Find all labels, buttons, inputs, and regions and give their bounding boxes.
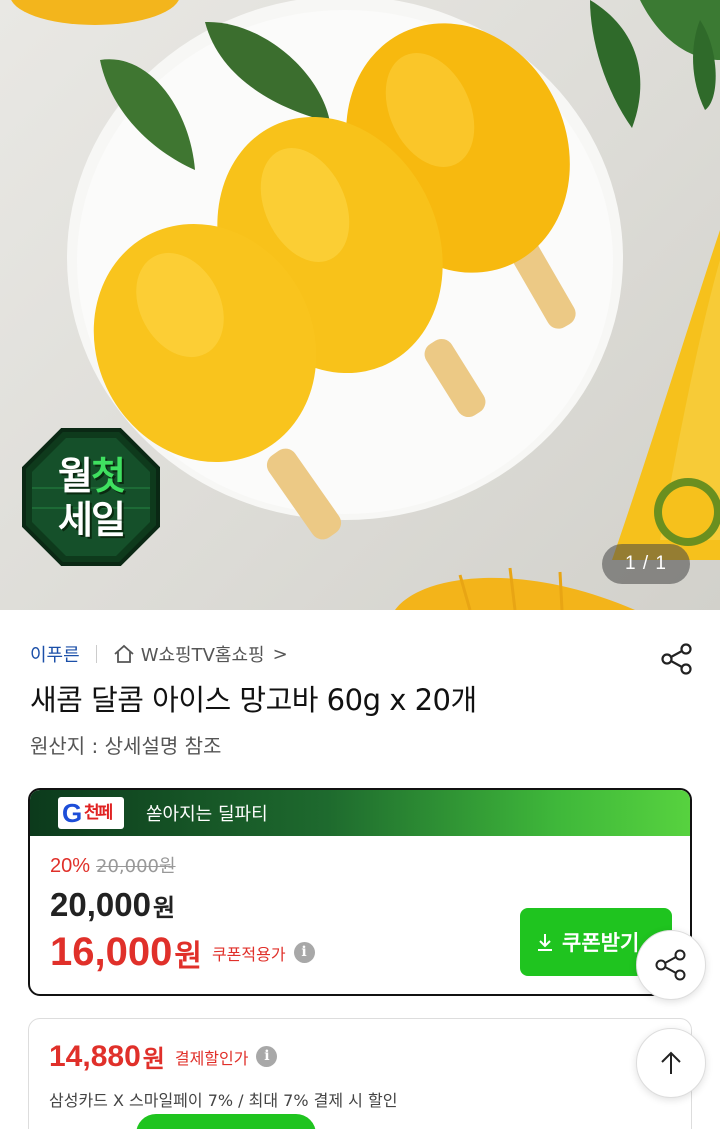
deal-logo-letter: G: [62, 798, 83, 828]
seller-row: 이푸른 W쇼핑TV홈쇼핑 >: [30, 640, 288, 668]
home-icon: [114, 644, 134, 663]
payment-discount-card: 14,880 원 결제할인가 i 삼성카드 X 스마일페이 7% / 최대 7%…: [28, 1018, 692, 1129]
payment-price-label: 결제할인가: [174, 1048, 249, 1068]
discount-rate: 20%: [50, 855, 91, 877]
info-icon[interactable]: i: [256, 1046, 278, 1067]
discount-row: 20% 20,000원: [50, 852, 176, 878]
product-image[interactable]: 월첫 세일 1 / 1: [0, 0, 720, 610]
deal-card: G 천페 쏟아지는 딜파티 20% 20,000원 20,000 원 16,00…: [28, 788, 692, 996]
badge-line1: 월: [58, 454, 93, 498]
product-title: 새콤 달콤 아이스 망고바 60g x 20개: [30, 683, 477, 717]
coupon-price-value: 16,000: [50, 930, 173, 974]
coupon-price-unit: 원: [174, 938, 202, 974]
first-month-sale-badge: 월첫 세일: [22, 428, 160, 566]
store-link[interactable]: W쇼핑TV홈쇼핑 >: [113, 641, 288, 667]
share-icon[interactable]: [660, 642, 694, 676]
original-price: 20,000원: [96, 856, 176, 877]
store-name: W쇼핑TV홈쇼핑: [140, 645, 265, 666]
price-unit: 원: [152, 894, 176, 922]
deal-logo: G 천페: [58, 797, 124, 829]
share-icon: [655, 949, 686, 981]
product-origin: 원산지 : 상세설명 참조: [30, 734, 222, 758]
image-counter: 1 / 1: [602, 544, 690, 584]
badge-text: 월첫 세일: [22, 454, 160, 542]
download-icon: [538, 934, 552, 951]
info-icon[interactable]: i: [293, 942, 315, 963]
deal-header: G 천페 쏟아지는 딜파티: [30, 790, 690, 836]
price-value: 20,000: [50, 886, 151, 923]
payment-price-value: 14,880: [49, 1039, 141, 1073]
seller-link[interactable]: 이푸른: [30, 641, 80, 667]
chevron-right-icon: >: [272, 643, 288, 665]
deal-logo-text: 천페: [84, 803, 113, 823]
green-action-button[interactable]: [136, 1114, 316, 1129]
badge-line2: 세일: [58, 498, 126, 542]
payment-price-row: 14,880 원 결제할인가 i: [49, 1039, 278, 1074]
arrow-up-icon: [661, 1051, 681, 1074]
divider: [95, 645, 97, 663]
get-coupon-label: 쿠폰받기: [562, 931, 640, 955]
payment-price-unit: 원: [142, 1045, 165, 1073]
coupon-price-row: 16,000 원 쿠폰적용가 i: [50, 930, 315, 975]
badge-line1-accent: 첫: [91, 454, 126, 498]
payment-discount-detail: 삼성카드 X 스마일페이 7% / 최대 7% 결제 시 할인: [49, 1091, 398, 1110]
coupon-price-label: 쿠폰적용가: [211, 944, 286, 964]
scroll-top-button[interactable]: [636, 1028, 706, 1098]
deal-label: 쏟아지는 딜파티: [146, 804, 268, 825]
price-row: 20,000 원: [50, 886, 175, 924]
share-fab-button[interactable]: [636, 930, 706, 1000]
